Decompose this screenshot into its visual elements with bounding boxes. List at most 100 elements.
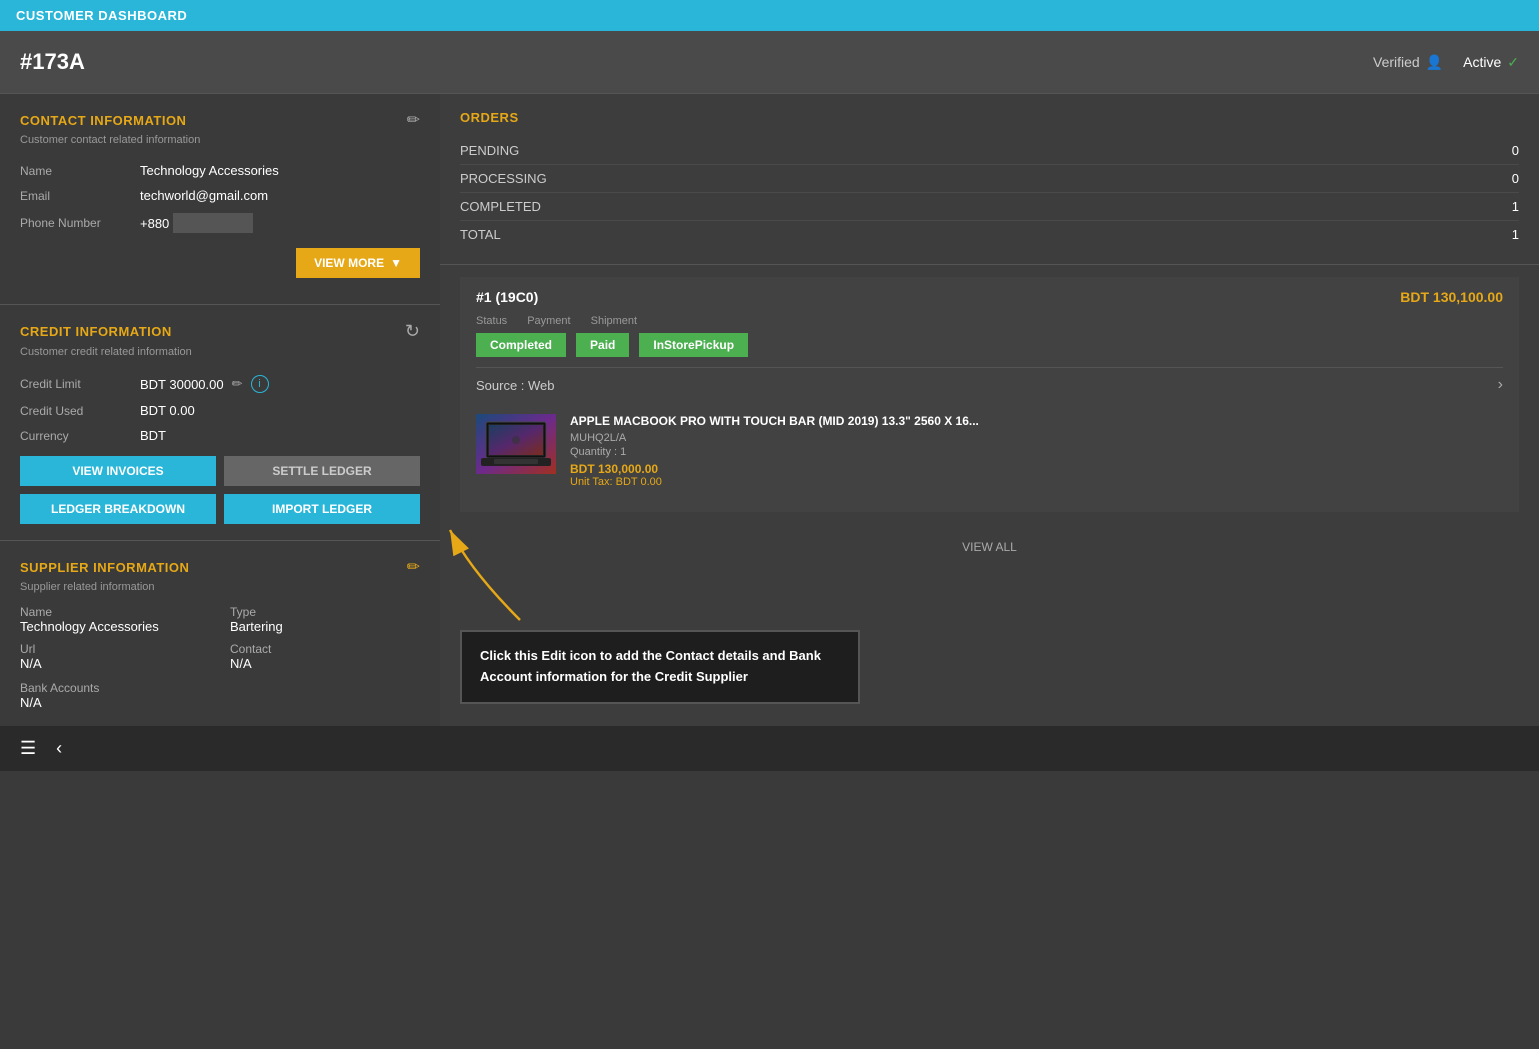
credit-used-label: Credit Used <box>20 404 140 418</box>
supplier-bank-label: Bank Accounts <box>20 681 420 695</box>
contact-email-label: Email <box>20 189 140 203</box>
order-labels-row: Status Payment Shipment <box>476 315 1503 327</box>
product-name: APPLE MACBOOK PRO WITH TOUCH BAR (MID 20… <box>570 414 1503 428</box>
pending-row: PENDING 0 <box>460 137 1519 165</box>
supplier-name-label: Name <box>20 605 210 619</box>
view-invoices-button[interactable]: VIEW INVOICES <box>20 456 216 486</box>
contact-name-value: Technology Accessories <box>140 163 279 178</box>
supplier-contact-label: Contact <box>230 642 420 656</box>
right-panel: ORDERS PENDING 0 PROCESSING 0 COMPLETED … <box>440 94 1539 726</box>
supplier-type-col: Type Bartering <box>230 605 420 634</box>
credit-buttons-row-1: VIEW INVOICES SETTLE LEDGER <box>20 456 420 486</box>
credit-limit-row: Credit Limit BDT 30000.00 ✏ i <box>20 370 420 398</box>
view-more-label: VIEW MORE <box>314 256 384 270</box>
credit-section-subtitle: Customer credit related information <box>20 346 420 358</box>
top-bar: CUSTOMER DASHBOARD <box>0 0 1539 31</box>
phone-blur <box>173 213 253 233</box>
completed-label: COMPLETED <box>460 199 541 214</box>
credit-limit-value: BDT 30000.00 <box>140 377 224 392</box>
processing-row: PROCESSING 0 <box>460 165 1519 193</box>
import-ledger-label: IMPORT LEDGER <box>272 502 372 516</box>
tooltip-arrow-svg <box>430 510 550 630</box>
credit-icons: ↻ <box>405 321 420 342</box>
view-invoices-label: VIEW INVOICES <box>72 464 163 478</box>
source-row: Source : Web › <box>476 367 1503 402</box>
pending-value: 0 <box>1512 143 1519 158</box>
supplier-contact-value: N/A <box>230 656 420 671</box>
refresh-icon[interactable]: ↻ <box>405 321 420 342</box>
chevron-right-icon[interactable]: › <box>1498 376 1503 394</box>
active-label: Active <box>1463 54 1501 70</box>
order-number: #1 (19C0) <box>476 289 538 305</box>
contact-email-row: Email techworld@gmail.com <box>20 183 420 208</box>
contact-phone-row: Phone Number +880 <box>20 208 420 238</box>
active-icon: ✓ <box>1507 54 1519 71</box>
hamburger-label: ☰ <box>20 738 36 758</box>
hamburger-icon[interactable]: ☰ <box>20 738 36 759</box>
product-qty: Quantity : 1 <box>570 446 1503 458</box>
info-icon[interactable]: i <box>251 375 269 393</box>
contact-information-section: CONTACT INFORMATION ✏ Customer contact r… <box>0 94 440 305</box>
credit-information-section: CREDIT INFORMATION ↻ Customer credit rel… <box>0 305 440 541</box>
payment-label: Payment <box>527 315 570 327</box>
supplier-information-section: SUPPLIER INFORMATION ✏ Supplier related … <box>0 541 440 726</box>
completed-row: COMPLETED 1 <box>460 193 1519 221</box>
view-more-button[interactable]: VIEW MORE ▼ <box>296 248 420 278</box>
payment-badge: Paid <box>576 333 629 357</box>
orders-section: ORDERS PENDING 0 PROCESSING 0 COMPLETED … <box>440 94 1539 265</box>
back-label: ‹ <box>56 738 62 758</box>
view-all-label: VIEW ALL <box>962 540 1017 554</box>
contact-name-row: Name Technology Accessories <box>20 158 420 183</box>
order-id: #173A <box>20 49 85 75</box>
chevron-down-icon: ▼ <box>390 256 402 270</box>
shipment-label: Shipment <box>591 315 637 327</box>
contact-edit-icon[interactable]: ✏ <box>407 110 420 130</box>
tooltip-box: Click this Edit icon to add the Contact … <box>460 630 860 704</box>
status-badge: Completed <box>476 333 566 357</box>
verified-label: Verified <box>1373 54 1420 70</box>
order-card: #1 (19C0) BDT 130,100.00 Status Payment … <box>460 277 1519 512</box>
total-label: TOTAL <box>460 227 501 242</box>
ledger-breakdown-button[interactable]: LEDGER BREAKDOWN <box>20 494 216 524</box>
supplier-name-col: Name Technology Accessories <box>20 605 210 634</box>
supplier-bank-value: N/A <box>20 695 420 710</box>
currency-value: BDT <box>140 428 166 443</box>
credit-limit-label: Credit Limit <box>20 377 140 391</box>
active-status: Active ✓ <box>1463 54 1519 71</box>
status-label: Status <box>476 315 507 327</box>
contact-phone-label: Phone Number <box>20 216 140 230</box>
product-tax: Unit Tax: BDT 0.00 <box>570 476 1503 488</box>
supplier-url-value: N/A <box>20 656 210 671</box>
supplier-name-value: Technology Accessories <box>20 619 210 634</box>
settle-ledger-button[interactable]: SETTLE LEDGER <box>224 456 420 486</box>
total-row: TOTAL 1 <box>460 221 1519 248</box>
supplier-info-grid: Name Technology Accessories Type Barteri… <box>20 605 420 671</box>
supplier-section-header: SUPPLIER INFORMATION ✏ <box>20 557 420 577</box>
left-panel: CONTACT INFORMATION ✏ Customer contact r… <box>0 94 440 726</box>
supplier-section-title: SUPPLIER INFORMATION <box>20 560 189 575</box>
product-image-svg <box>476 414 556 474</box>
top-bar-title: CUSTOMER DASHBOARD <box>16 8 187 23</box>
clearfix: VIEW MORE ▼ <box>20 238 420 278</box>
currency-label: Currency <box>20 429 140 443</box>
order-amount: BDT 130,100.00 <box>1400 289 1503 305</box>
verified-status: Verified 👤 <box>1373 54 1443 71</box>
bottom-bar: ☰ ‹ <box>0 726 1539 771</box>
credit-limit-value-row: BDT 30000.00 ✏ i <box>140 375 269 393</box>
product-info: APPLE MACBOOK PRO WITH TOUCH BAR (MID 20… <box>570 414 1503 488</box>
supplier-url-label: Url <box>20 642 210 656</box>
import-ledger-button[interactable]: IMPORT LEDGER <box>224 494 420 524</box>
supplier-bank-row: Bank Accounts N/A <box>20 681 420 710</box>
status-badges: Completed Paid InStorePickup <box>476 333 1503 357</box>
shipment-badge: InStorePickup <box>639 333 748 357</box>
back-icon[interactable]: ‹ <box>56 738 62 759</box>
credit-section-title: CREDIT INFORMATION <box>20 324 172 339</box>
supplier-url-col: Url N/A <box>20 642 210 671</box>
credit-limit-edit-icon[interactable]: ✏ <box>232 376 243 392</box>
supplier-edit-icon[interactable]: ✏ <box>407 557 420 577</box>
credit-buttons-row-2: LEDGER BREAKDOWN IMPORT LEDGER <box>20 494 420 524</box>
ledger-breakdown-label: LEDGER BREAKDOWN <box>51 502 185 516</box>
processing-value: 0 <box>1512 171 1519 186</box>
processing-label: PROCESSING <box>460 171 547 186</box>
view-all-button[interactable]: VIEW ALL <box>440 524 1539 570</box>
